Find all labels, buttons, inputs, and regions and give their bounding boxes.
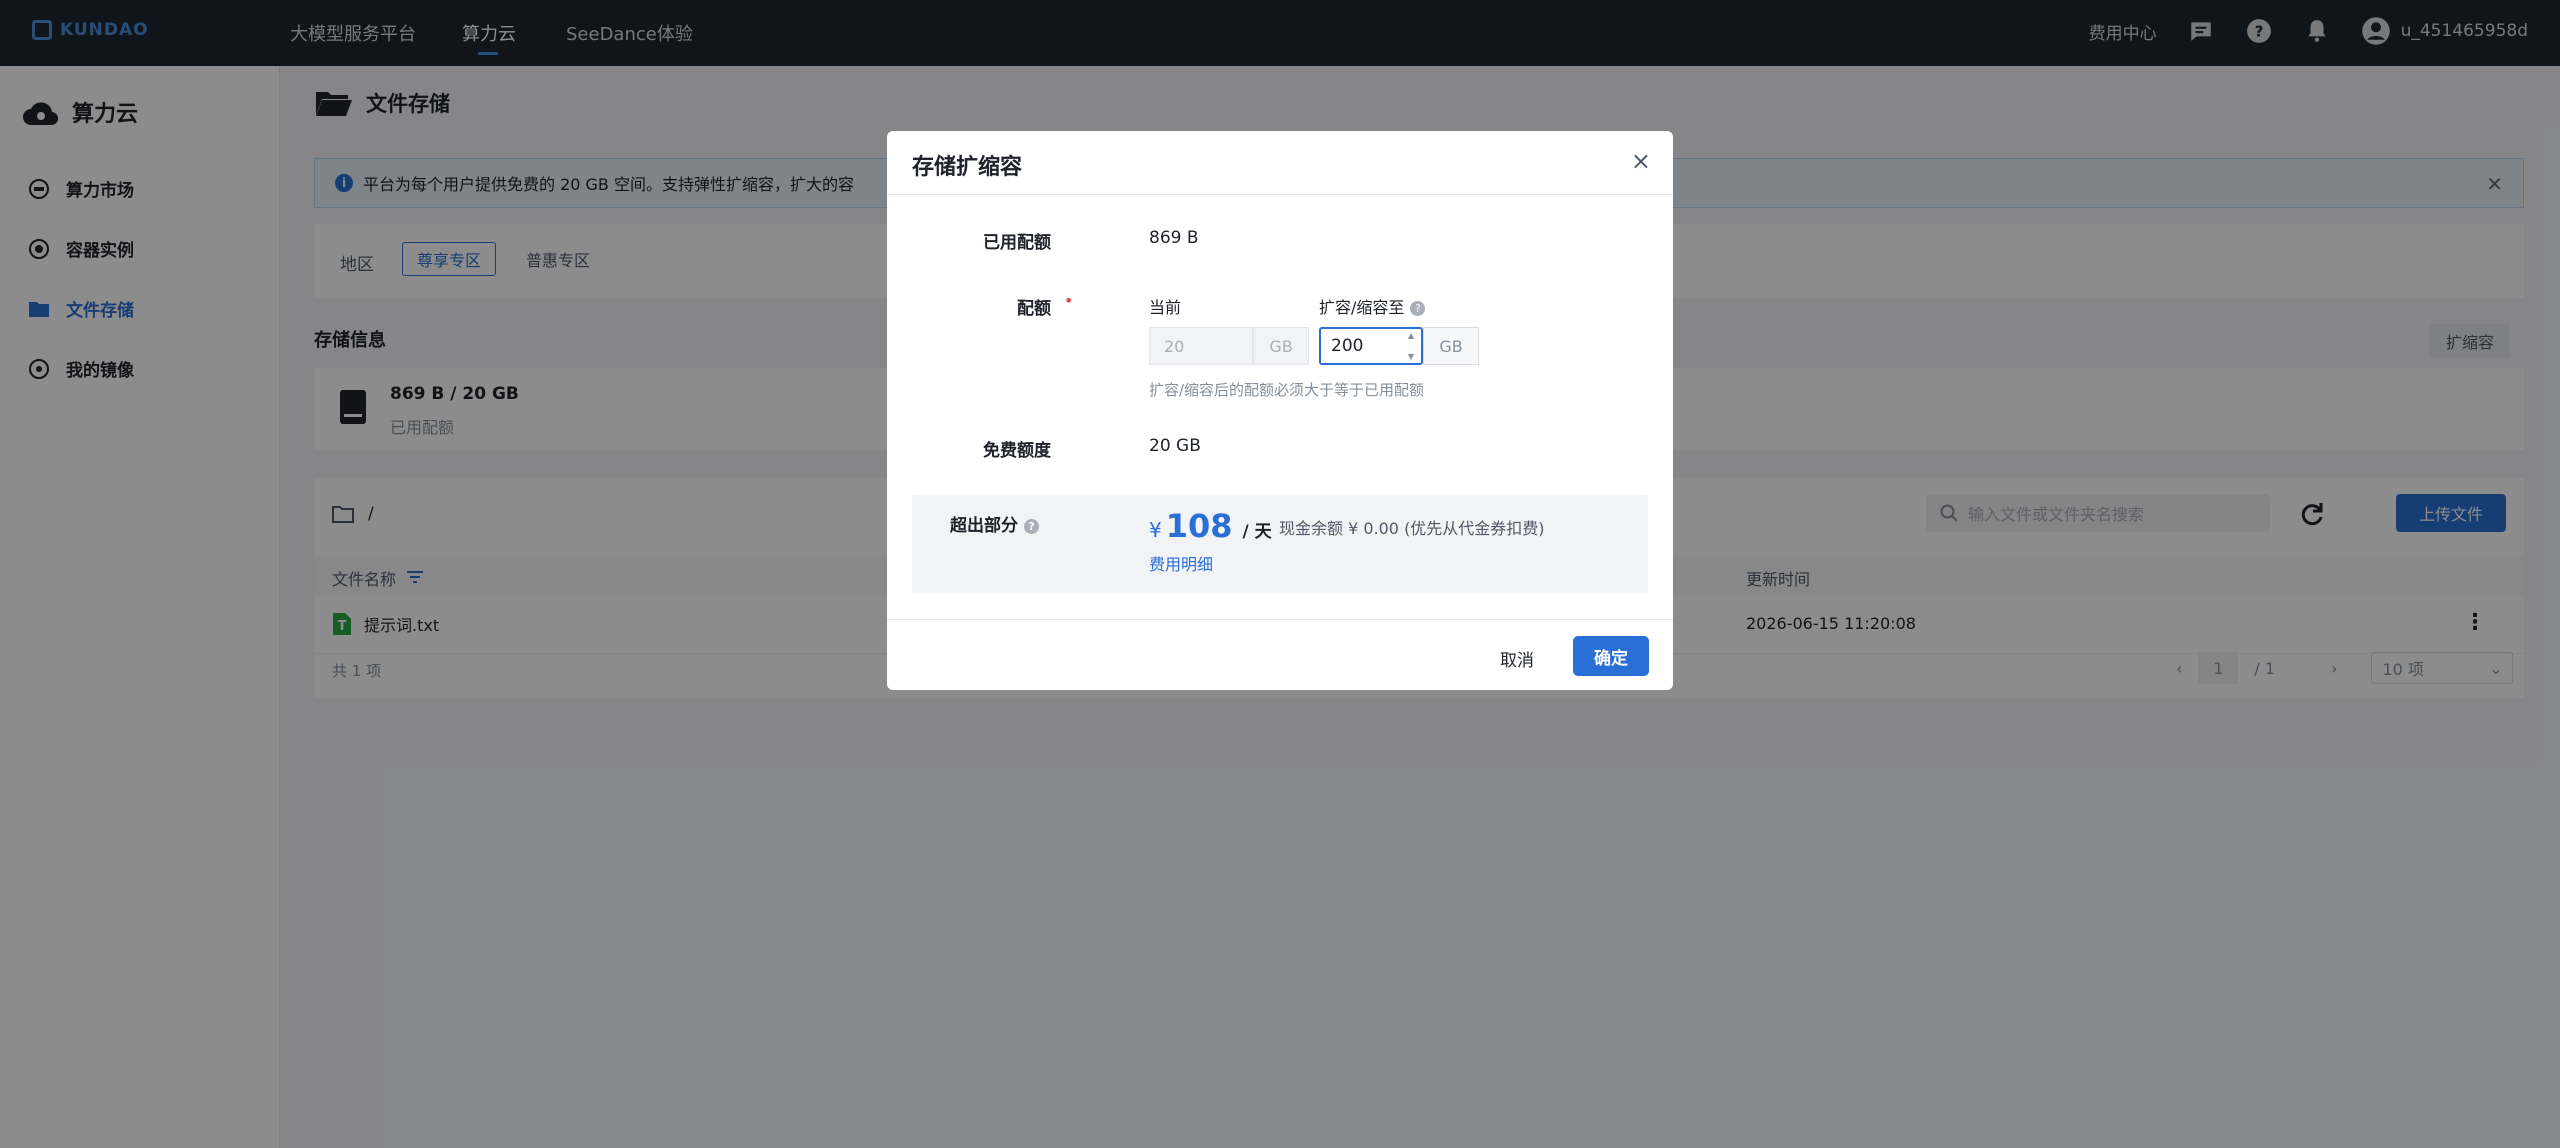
close-icon[interactable]: × [1631, 147, 1651, 175]
help-icon[interactable]: ? [1410, 301, 1426, 316]
stepper-up-icon[interactable]: ▲ [1408, 331, 1414, 340]
current-unit: GB [1253, 327, 1309, 365]
help-icon[interactable]: ? [1024, 518, 1039, 534]
resize-unit: GB [1423, 327, 1479, 365]
free-quota-label: 免费额度 [983, 441, 1051, 461]
used-quota-value: 869 B [1149, 228, 1199, 248]
quota-label: 配额 [1017, 299, 1051, 319]
confirm-button[interactable]: 确定 [1573, 636, 1649, 676]
fee-details-link[interactable]: 费用明细 [1149, 551, 1213, 575]
dialog-header: 存储扩缩容 × [887, 131, 1673, 195]
used-quota-label: 已用配额 [983, 233, 1051, 253]
resize-to-label: 扩容/缩容至? [1319, 294, 1426, 318]
quantity-stepper[interactable]: ▲ ▼ [1403, 331, 1419, 361]
free-quota-value: 20 GB [1149, 436, 1201, 456]
overage-label: 超出部分? [887, 511, 1039, 536]
stepper-down-icon[interactable]: ▼ [1408, 352, 1414, 361]
overage-section [912, 495, 1648, 593]
current-label: 当前 [1149, 298, 1182, 317]
quota-hint: 扩容/缩容后的配额必须大于等于已用配额 [1149, 381, 1425, 399]
resize-quota-input[interactable]: 200 ▲ ▼ [1319, 327, 1423, 365]
required-mark: • [1064, 291, 1074, 310]
current-quota-input: 20 [1149, 327, 1253, 365]
overage-price: ¥ 108 / 天 [1149, 507, 1272, 545]
resize-storage-dialog: 存储扩缩容 × 已用配额 869 B 配额 • 当前 20 GB 扩容/缩容至?… [887, 131, 1673, 690]
dialog-title: 存储扩缩容 [912, 155, 1023, 180]
dialog-footer [887, 619, 1673, 690]
cash-balance: 现金余额 ¥ 0.00 (优先从代金券扣费) [1279, 519, 1545, 538]
cancel-button[interactable]: 取消 [1487, 639, 1547, 677]
